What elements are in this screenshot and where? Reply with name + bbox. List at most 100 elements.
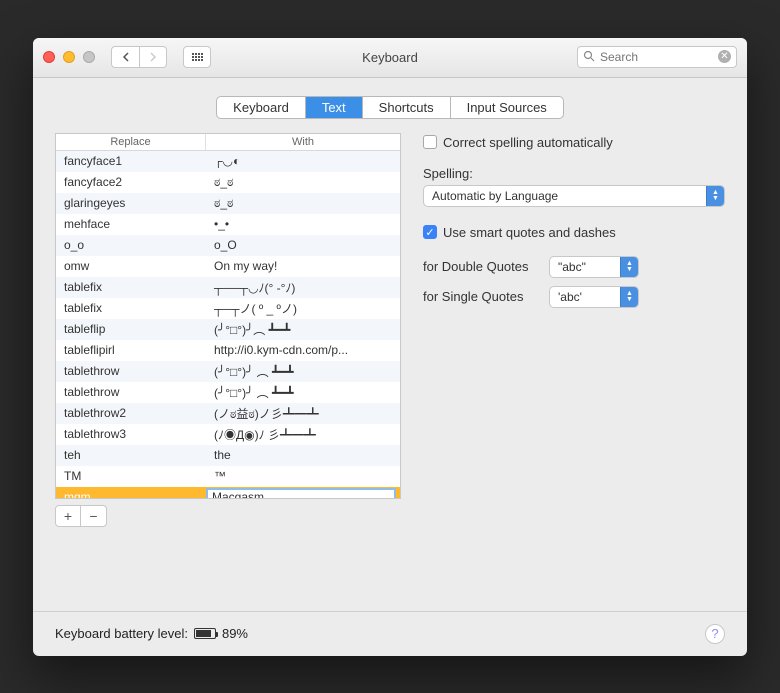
cell-replace: fancyface1 [56,154,206,168]
single-quotes-select[interactable]: 'abc' ▲▼ [549,286,639,308]
tab-text[interactable]: Text [306,97,363,118]
cell-replace: mehface [56,217,206,231]
table-row[interactable]: tablethrow2(ノಠ益ಠ)ノ彡┻━┻ [56,403,400,424]
table-row[interactable]: tablethrow(╯°□°)╯ ︵ ┻━┻ [56,361,400,382]
show-all-button[interactable] [183,46,211,68]
cell-replace: o_o [56,238,206,252]
cell-with: ಠ_ಠ [206,196,400,211]
single-quotes-label: for Single Quotes [423,289,541,304]
cell-with: ┬─┬ノ( º _ ºノ) [206,300,400,317]
search-icon [583,50,595,62]
titlebar: Keyboard ✕ [33,38,747,78]
x-icon: ✕ [720,52,728,62]
forward-button[interactable] [139,46,167,68]
tab-keyboard[interactable]: Keyboard [217,97,306,118]
battery-label: Keyboard battery level: [55,626,188,641]
question-icon: ? [711,626,718,641]
double-quotes-label: for Double Quotes [423,259,541,274]
cell-with-input[interactable]: Macgasm [206,488,396,498]
column-header-replace[interactable]: Replace [56,134,206,150]
cell-with: •_• [206,217,400,231]
spelling-select[interactable]: Automatic by Language ▲▼ [423,185,725,207]
select-arrows-icon: ▲▼ [620,287,638,307]
cell-with: On my way! [206,259,400,273]
footer: Keyboard battery level: 89% ? [33,611,747,656]
clear-search-button[interactable]: ✕ [718,50,731,63]
single-quotes-value: 'abc' [558,290,582,304]
content-area: KeyboardTextShortcutsInput Sources Repla… [33,78,747,611]
back-button[interactable] [111,46,139,68]
tab-shortcuts[interactable]: Shortcuts [363,97,451,118]
cell-replace[interactable]: mgm [56,490,206,498]
table-row[interactable]: tablefix┬──┬◡ﾉ(° -°ﾉ) [56,277,400,298]
cell-replace: tablefix [56,280,206,294]
column-header-with[interactable]: With [206,134,400,150]
preferences-window: Keyboard ✕ KeyboardTextShortcutsInput So… [33,38,747,656]
cell-with: (╯°□°)╯ ︵ ┻━┻ [206,384,400,401]
cell-with: (ノಠ益ಠ)ノ彡┻━┻ [206,405,400,422]
spelling-label: Spelling: [423,166,725,181]
replacements-table: Replace With fancyface1┌◡◐fancyface2ಠ_ಠg… [55,133,401,499]
search-input[interactable] [577,46,737,68]
cell-replace: tableflipirl [56,343,206,357]
correct-spelling-label: Correct spelling automatically [443,135,613,150]
table-row[interactable]: tableflip(╯°□°)╯︵ ┻━┻ [56,319,400,340]
cell-replace: omw [56,259,206,273]
replacements-column: Replace With fancyface1┌◡◐fancyface2ಠ_ಠg… [55,133,401,599]
chevron-left-icon [122,52,130,62]
checkmark-icon: ✓ [425,226,434,239]
add-button[interactable]: + [56,506,81,526]
smart-quotes-checkbox[interactable]: ✓ [423,225,437,239]
traffic-lights [43,51,95,63]
nav-buttons [111,46,167,68]
plus-icon: + [64,508,72,524]
cell-with: (ﾉ◉Д◉)ﾉ 彡┻━┻ [206,426,400,443]
cell-with: ಠ_ಠ [206,175,400,190]
cell-replace: fancyface2 [56,175,206,189]
table-row[interactable]: o_oo_O [56,235,400,256]
options-column: Correct spelling automatically Spelling:… [423,133,725,599]
table-row[interactable]: tablefix┬─┬ノ( º _ ºノ) [56,298,400,319]
table-row[interactable]: fancyface1┌◡◐ [56,151,400,172]
grid-icon [192,53,203,61]
battery-percent: 89% [222,626,248,641]
cell-with: ┬──┬◡ﾉ(° -°ﾉ) [206,279,400,296]
table-row[interactable]: fancyface2ಠ_ಠ [56,172,400,193]
table-row[interactable]: mehface•_• [56,214,400,235]
cell-with: ┌◡◐ [206,154,400,168]
close-window-button[interactable] [43,51,55,63]
cell-with: o_O [206,238,400,252]
tab-input-sources[interactable]: Input Sources [451,97,563,118]
cell-with: (╯°□°)╯︵ ┻━┻ [206,321,400,338]
cell-replace: tableflip [56,322,206,336]
help-button[interactable]: ? [705,624,725,644]
table-row[interactable]: tablethrow(╯°□°)╯ ︵ ┻━┻ [56,382,400,403]
minimize-window-button[interactable] [63,51,75,63]
table-row[interactable]: tablethrow3(ﾉ◉Д◉)ﾉ 彡┻━┻ [56,424,400,445]
minus-icon: − [89,508,97,524]
search-wrap: ✕ [577,46,737,68]
table-row[interactable]: omwOn my way! [56,256,400,277]
correct-spelling-checkbox[interactable] [423,135,437,149]
cell-with: http://i0.kym-cdn.com/p... [206,343,400,357]
add-remove-buttons: + − [55,505,107,527]
cell-replace: tablethrow [56,385,206,399]
cell-with: (╯°□°)╯ ︵ ┻━┻ [206,363,400,380]
cell-replace: tablethrow3 [56,427,206,441]
cell-replace: tablethrow2 [56,406,206,420]
cell-replace: TM [56,469,206,483]
cell-with: the [206,448,400,462]
cell-replace: tablefix [56,301,206,315]
table-row[interactable]: tehthe [56,445,400,466]
battery-icon [194,628,216,639]
zoom-window-button[interactable] [83,51,95,63]
cell-replace: tablethrow [56,364,206,378]
table-row[interactable]: glaringeyesಠ_ಠ [56,193,400,214]
double-quotes-select[interactable]: "abc" ▲▼ [549,256,639,278]
table-row-editing[interactable]: mgmMacgasm [56,487,400,498]
remove-button[interactable]: − [81,506,106,526]
smart-quotes-label: Use smart quotes and dashes [443,225,616,240]
table-row[interactable]: tableflipirlhttp://i0.kym-cdn.com/p... [56,340,400,361]
table-row[interactable]: TM™ [56,466,400,487]
double-quotes-value: "abc" [558,260,586,274]
